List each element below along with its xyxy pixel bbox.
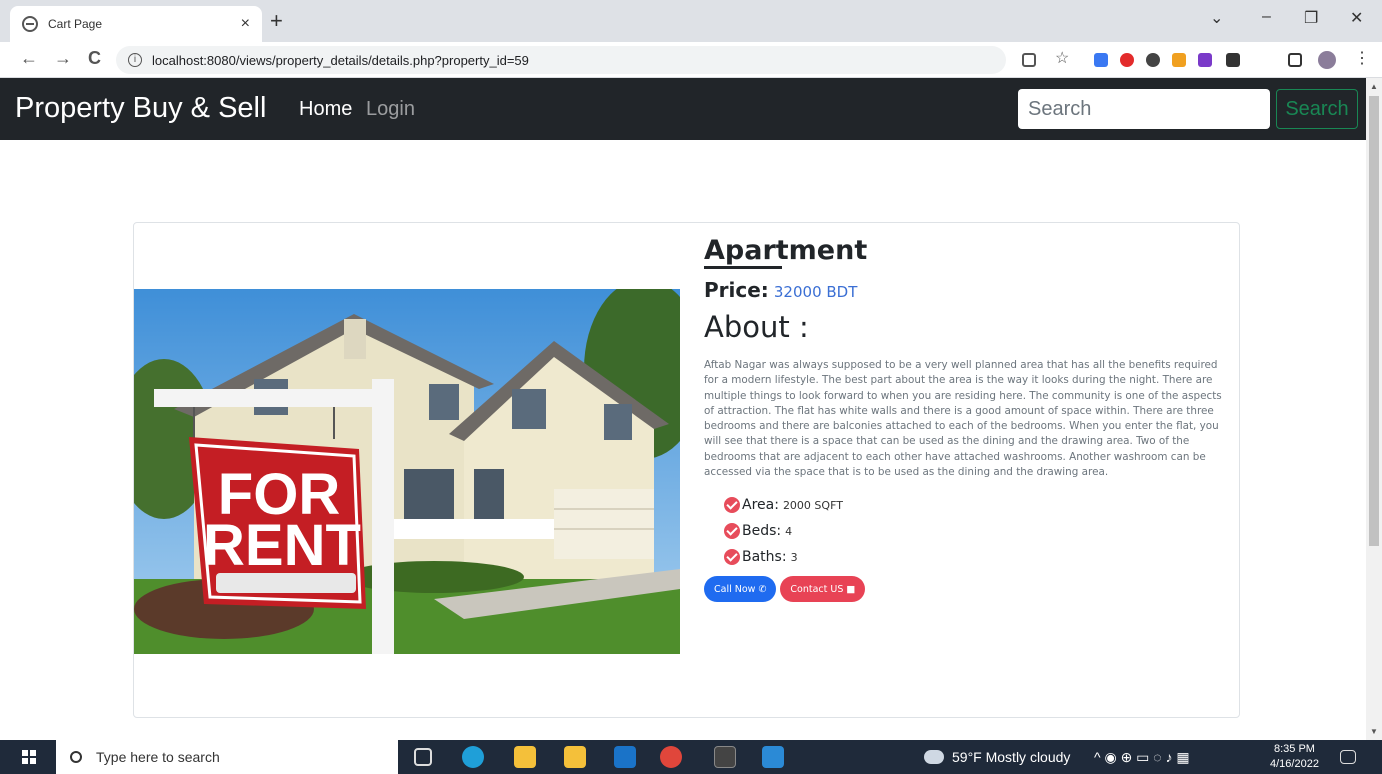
task-view-icon[interactable] (414, 748, 432, 766)
check-circle-icon (724, 523, 740, 540)
feature-value: 2000 SQFT (782, 498, 843, 512)
feature-area: Area: 2000 SQFT (724, 492, 1229, 518)
call-now-button[interactable]: Call Now ✆ (704, 576, 777, 603)
feature-label: Beds: (742, 523, 782, 540)
info-icon[interactable]: i (128, 53, 142, 67)
opera-icon[interactable] (1120, 53, 1134, 67)
browser-toolbar: ← → C i localhost:8080/views/property_de… (0, 42, 1382, 78)
close-window-button[interactable]: ✕ (1350, 8, 1363, 28)
vscode-icon[interactable] (762, 746, 784, 768)
minimize-button[interactable]: – (1262, 8, 1271, 26)
globe-icon (22, 16, 38, 32)
feature-label: Baths: (742, 549, 787, 566)
star-icon[interactable]: ☆ (1055, 48, 1069, 67)
tab-search-dropdown[interactable]: ⌄ (1210, 8, 1223, 28)
feature-value: 4 (785, 524, 793, 538)
extension-icon-5[interactable] (1198, 53, 1212, 67)
feature-baths: Baths: 3 (724, 544, 1229, 570)
phone-icon: ✆ (758, 583, 767, 595)
avatar[interactable] (1318, 51, 1336, 69)
weather-text[interactable]: 59°F Mostly cloudy (952, 749, 1070, 765)
browser-tab-strip: Cart Page × + ⌄ – ❐ ✕ (0, 0, 1382, 42)
contact-us-label: Contact US (790, 583, 844, 595)
search-icon (70, 751, 82, 763)
brand-logo[interactable]: Property Buy & Sell (15, 92, 266, 125)
property-description: Aftab Nagar was always supposed to be a … (704, 359, 1222, 479)
search-input[interactable] (1018, 89, 1270, 129)
tab-title: Cart Page (48, 17, 103, 31)
os-taskbar: Type here to search 59°F Mostly cloudy ^… (0, 740, 1382, 774)
clock-time: 8:35 PM (1273, 743, 1315, 755)
page-scrollbar[interactable]: ▲ ▼ (1366, 78, 1382, 740)
back-button[interactable]: ← (20, 48, 38, 69)
call-now-label: Call Now (714, 583, 756, 595)
house-for-rent-image: FOR RENT (134, 289, 680, 654)
weather-cloud-icon (924, 750, 944, 764)
contact-us-button[interactable]: Contact US ■ (780, 576, 866, 603)
file-explorer-icon[interactable] (514, 746, 536, 768)
url-text[interactable]: localhost:8080/views/property_details/de… (152, 53, 529, 68)
notification-icon[interactable] (1340, 750, 1356, 764)
action-buttons: Call Now ✆ Contact US ■ (704, 576, 1229, 603)
sign-text-rent: RENT (203, 513, 361, 578)
nav-home-link[interactable]: Home (299, 98, 352, 121)
search-button[interactable]: Search (1276, 89, 1358, 129)
check-circle-icon (724, 549, 740, 566)
feature-beds: Beds: 4 (724, 518, 1229, 544)
price-row: Price: 32000 BDT (704, 278, 1229, 302)
clock-date: 4/16/2022 (1270, 758, 1319, 770)
mail-icon[interactable] (614, 746, 636, 768)
browser-tab[interactable]: Cart Page × (10, 6, 262, 42)
about-heading: About : (704, 310, 809, 344)
edge-icon[interactable] (462, 746, 484, 768)
nav-login-link[interactable]: Login (366, 98, 415, 121)
feature-label: Area: (742, 497, 779, 514)
share-icon[interactable] (1022, 53, 1036, 67)
scroll-down-icon[interactable]: ▼ (1370, 727, 1378, 736)
feature-list: Area: 2000 SQFT Beds: 4 Baths: 3 (704, 492, 1229, 570)
taskbar-clock[interactable]: 8:35 PM 4/16/2022 (1270, 742, 1319, 772)
puzzle-icon[interactable] (1226, 53, 1240, 67)
sidepanel-icon[interactable] (1288, 53, 1302, 67)
taskbar-search-placeholder: Type here to search (96, 749, 220, 765)
terminal-icon[interactable] (714, 746, 736, 768)
tab-close-button[interactable]: × (241, 15, 250, 33)
windows-start-icon[interactable] (22, 750, 36, 764)
site-navbar: Property Buy & Sell Home Login Search (0, 78, 1366, 140)
price-value: 32000 BDT (773, 283, 858, 301)
forward-button[interactable]: → (54, 48, 72, 69)
property-title-text: Apartment (704, 235, 868, 266)
lock-icon: ■ (846, 583, 856, 595)
reload-button[interactable]: C (88, 48, 101, 69)
extension-icon-1[interactable] (1094, 53, 1108, 67)
check-circle-icon (724, 497, 740, 514)
price-label: Price: (704, 278, 769, 302)
extension-icon-3[interactable] (1146, 53, 1160, 67)
address-bar[interactable]: i localhost:8080/views/property_details/… (116, 46, 1006, 74)
extension-icon-4[interactable] (1172, 53, 1186, 67)
feature-value: 3 (790, 550, 798, 564)
new-tab-button[interactable]: + (270, 10, 283, 32)
menu-icon[interactable]: ⋮ (1354, 48, 1370, 67)
store-icon[interactable] (564, 746, 586, 768)
property-details: Apartment Price: 32000 BDT About : Aftab… (704, 235, 1229, 603)
scroll-up-icon[interactable]: ▲ (1370, 82, 1378, 91)
property-card: FOR RENT Apartment Price: 32000 BDT Abou… (133, 222, 1240, 718)
property-title: Apartment (704, 235, 868, 269)
chrome-icon[interactable] (660, 746, 682, 768)
tray-icons[interactable]: ^ ◉ ⊕ ▭ ◌ ♪ ▦ (1094, 749, 1190, 766)
taskbar-search[interactable]: Type here to search (56, 740, 398, 774)
scrollbar-thumb[interactable] (1369, 96, 1379, 546)
property-photo: FOR RENT (134, 289, 680, 654)
title-underline (704, 266, 782, 269)
restore-button[interactable]: ❐ (1304, 8, 1318, 28)
